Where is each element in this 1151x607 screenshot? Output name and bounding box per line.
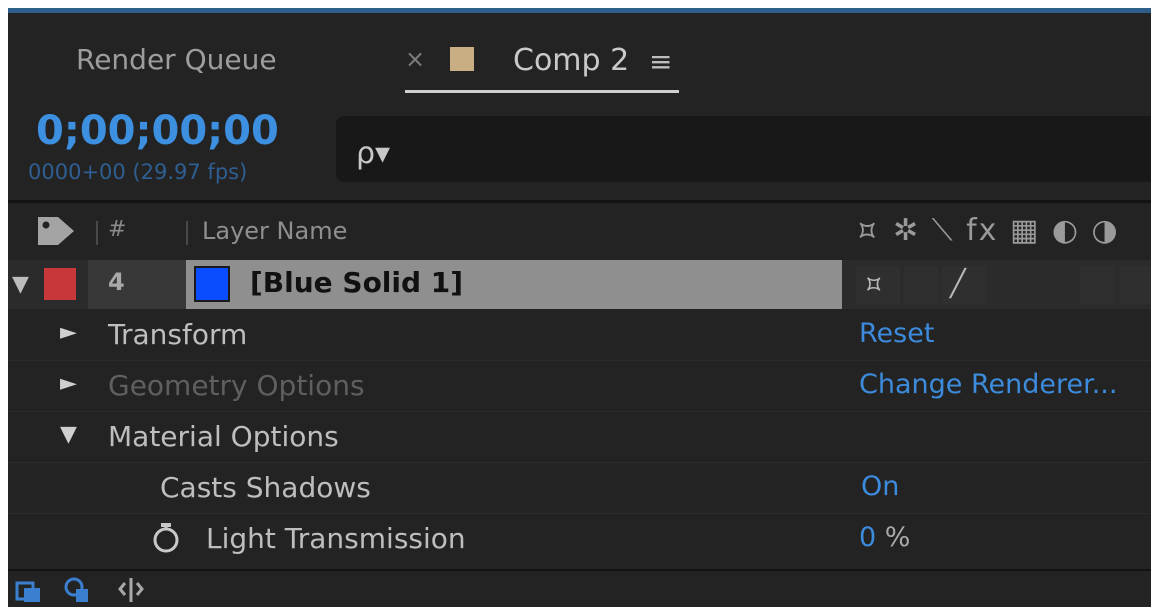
layer-number: 4: [108, 268, 125, 296]
expand-triangle-icon[interactable]: ▼: [12, 272, 29, 297]
timeline-panel: Render Queue × Comp 2 ≡ 0;00;00;00 0000+…: [8, 8, 1151, 607]
search-input[interactable]: ρ▾: [336, 116, 1151, 182]
column-divider: [186, 221, 188, 245]
search-icon[interactable]: ρ▾: [356, 136, 390, 171]
reset-link[interactable]: Reset: [859, 318, 934, 349]
motion-blur-switch[interactable]: [1080, 266, 1114, 304]
percent-unit: %: [884, 522, 911, 553]
column-header: # Layer Name ⯏ ✲ ⟍ fx ▦ ◐ ◑: [8, 203, 1151, 260]
quality-switch[interactable]: ╱: [942, 266, 986, 304]
property-label: Casts Shadows: [160, 471, 371, 504]
property-label: Light Transmission: [206, 522, 466, 555]
quality-icon: ╱: [950, 269, 966, 299]
property-label: Geometry Options: [108, 369, 365, 402]
time-controls: 0;00;00;00 0000+00 (29.97 fps) ρ▾: [8, 106, 1151, 200]
transfer-controls-icon[interactable]: [116, 575, 146, 605]
active-tab-underline: [405, 90, 679, 93]
stopwatch-icon[interactable]: [148, 520, 184, 556]
layer-name-column-header[interactable]: Layer Name: [202, 217, 347, 245]
layer-name-cell[interactable]: [Blue Solid 1]: [186, 260, 842, 309]
light-transmission-number[interactable]: 0: [859, 522, 876, 553]
tab-comp-label[interactable]: Comp 2: [513, 43, 629, 78]
current-time-display[interactable]: 0;00;00;00: [36, 108, 279, 154]
expand-triangle-icon[interactable]: ▼: [60, 422, 77, 447]
layer-switches-icon[interactable]: [62, 575, 92, 605]
solid-color-icon: [194, 266, 230, 302]
layer-label-color[interactable]: [44, 268, 76, 300]
property-geometry-options[interactable]: ► Geometry Options Change Renderer...: [8, 361, 1151, 411]
close-icon[interactable]: ×: [405, 45, 425, 73]
property-casts-shadows[interactable]: Casts Shadows On: [8, 463, 1151, 513]
expand-triangle-icon[interactable]: ►: [60, 320, 77, 345]
property-transform[interactable]: ► Transform Reset: [8, 310, 1151, 360]
layer-row[interactable]: ▼ 4 [Blue Solid 1] ⯏ ╱: [8, 260, 1151, 309]
comp-button-icon[interactable]: [14, 575, 44, 605]
expand-triangle-icon[interactable]: ►: [60, 371, 77, 396]
label-tag-icon[interactable]: [34, 213, 78, 253]
shy-switch[interactable]: ⯏: [856, 266, 900, 304]
property-label: Transform: [108, 318, 248, 351]
change-renderer-link[interactable]: Change Renderer...: [859, 369, 1117, 400]
property-material-options[interactable]: ▼ Material Options: [8, 412, 1151, 462]
column-divider: [96, 221, 98, 245]
light-transmission-value[interactable]: 0 %: [859, 522, 910, 553]
collapse-switch[interactable]: [904, 266, 938, 304]
bottom-toolbar: [8, 569, 1151, 607]
frame-rate-readout: 0000+00 (29.97 fps): [28, 160, 248, 184]
comp-color-swatch: [450, 47, 474, 71]
number-column-header[interactable]: #: [108, 217, 126, 242]
casts-shadows-value[interactable]: On: [861, 471, 899, 502]
tab-render-queue[interactable]: Render Queue: [76, 43, 277, 76]
adjustment-switch[interactable]: [1120, 266, 1151, 304]
layer-number-cell: 4: [88, 260, 186, 309]
property-light-transmission[interactable]: Light Transmission 0 %: [8, 514, 1151, 564]
panel-menu-icon[interactable]: ≡: [649, 45, 672, 78]
layer-name[interactable]: [Blue Solid 1]: [250, 266, 463, 299]
tab-bar: Render Queue × Comp 2 ≡: [8, 13, 1151, 106]
property-label: Material Options: [108, 420, 339, 453]
switches-column-icons[interactable]: ⯏ ✲ ⟍ fx ▦ ◐ ◑: [856, 213, 1120, 248]
tab-comp-2[interactable]: × Comp 2 ≡: [405, 41, 679, 93]
shy-icon: ⯏: [864, 269, 885, 299]
